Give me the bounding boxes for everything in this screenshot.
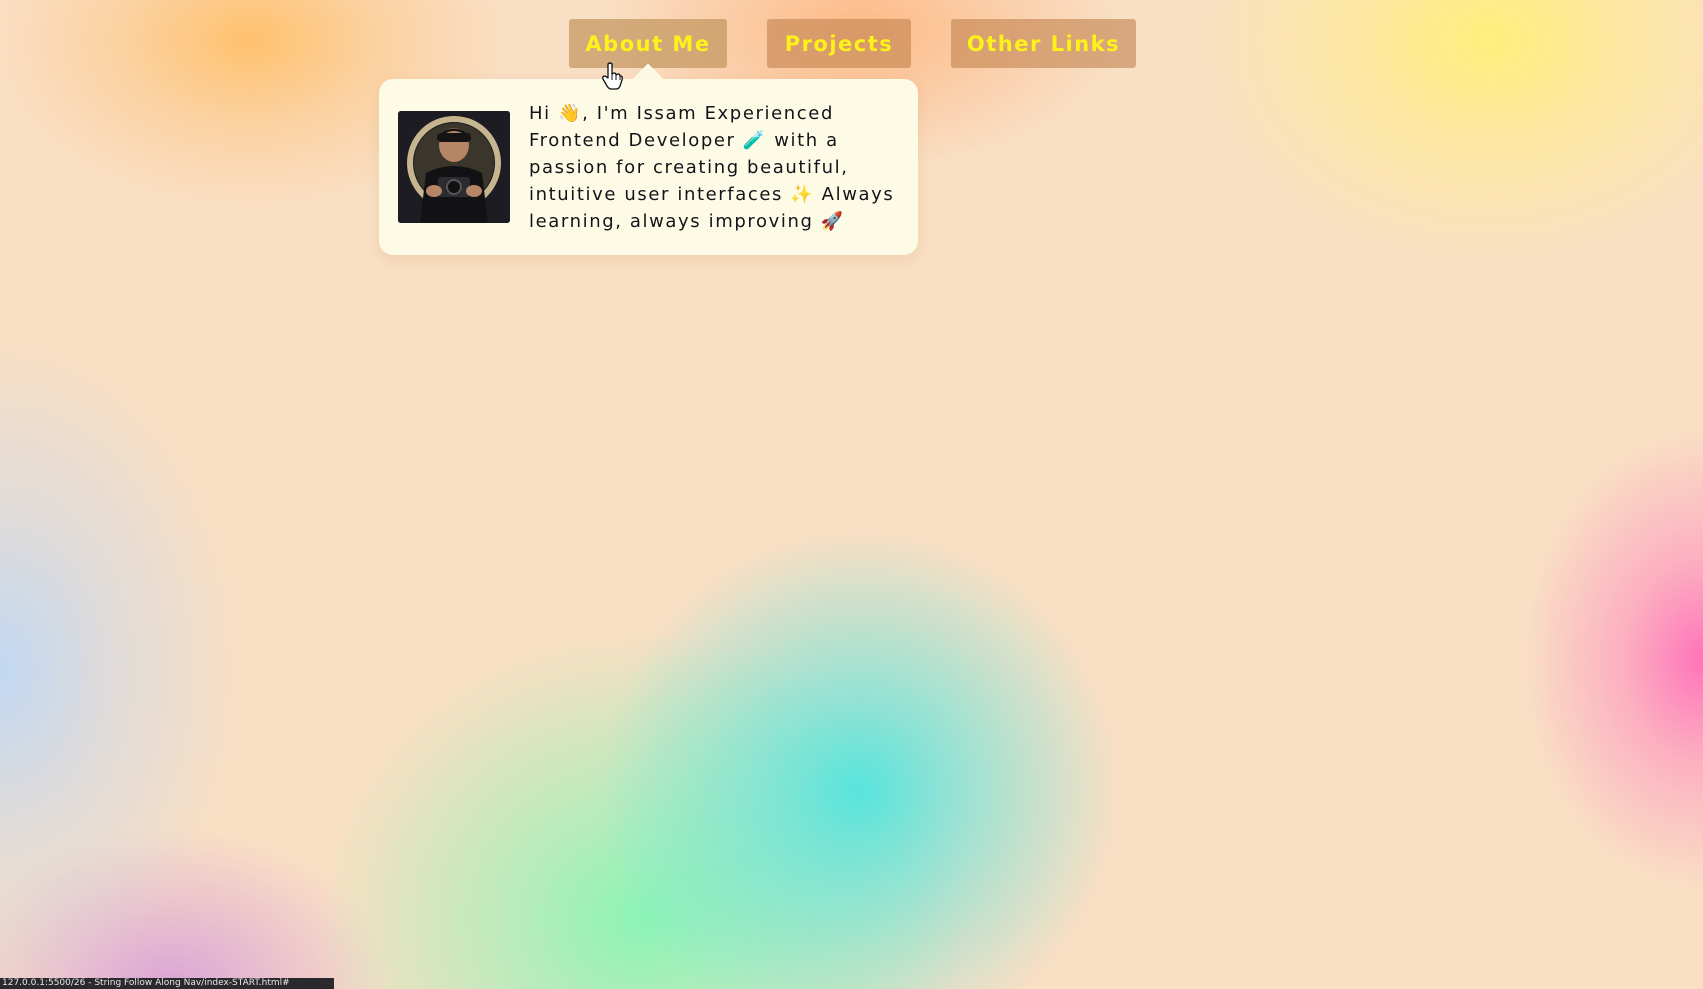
hand-pointer-icon <box>602 62 623 90</box>
about-me-bio: Hi 👋, I'm Issam Experienced Frontend Dev… <box>529 103 895 232</box>
nav-other-links-button[interactable]: Other Links <box>951 19 1136 68</box>
browser-status-bar: 127.0.0.1:5500/26 - String Follow Along … <box>0 978 334 989</box>
top-navigation: About Me Projects Other Links <box>0 19 1703 68</box>
about-me-dropdown: Hi 👋, I'm Issam Experienced Frontend Dev… <box>379 79 918 255</box>
avatar-photo <box>398 111 510 223</box>
avatar <box>398 111 510 223</box>
nav-projects-button[interactable]: Projects <box>767 19 911 68</box>
nav-about-me-button[interactable]: About Me <box>569 19 727 68</box>
